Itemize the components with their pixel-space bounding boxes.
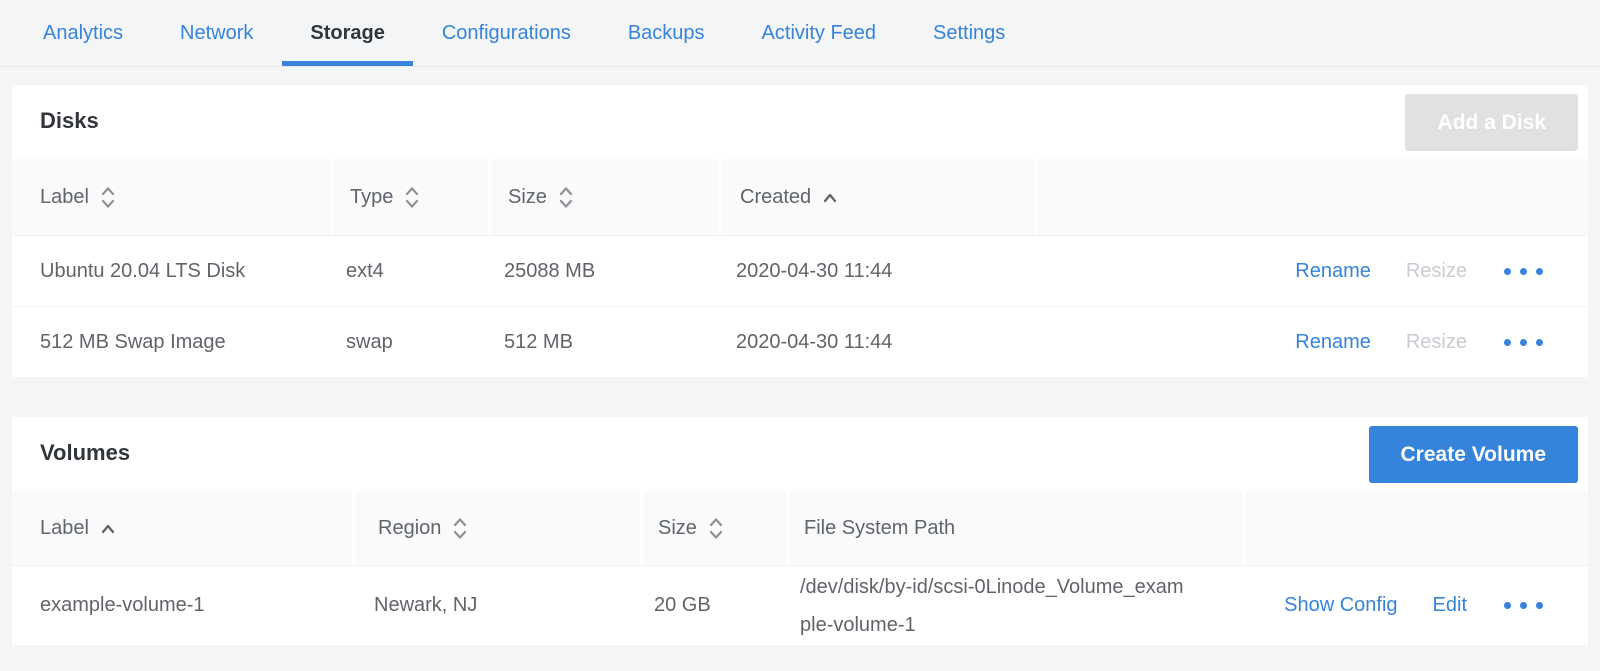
disk-type: swap bbox=[330, 331, 488, 354]
tab-backups[interactable]: Backups bbox=[608, 0, 725, 66]
column-header-text: Size bbox=[658, 517, 697, 540]
edit-button[interactable]: Edit bbox=[1433, 594, 1467, 617]
column-header-text: File System Path bbox=[804, 517, 955, 540]
rename-button[interactable]: Rename bbox=[1295, 260, 1371, 283]
sort-both-icon bbox=[452, 516, 468, 541]
disk-label: 512 MB Swap Image bbox=[12, 331, 330, 354]
tab-configurations[interactable]: Configurations bbox=[422, 0, 591, 66]
volume-region: Newark, NJ bbox=[352, 594, 640, 617]
volumes-sort-label[interactable]: Label bbox=[12, 491, 352, 565]
tab-bar: Analytics Network Storage Configurations… bbox=[0, 0, 1600, 67]
volumes-sort-region[interactable]: Region bbox=[352, 491, 640, 565]
volumes-actions-header bbox=[1242, 491, 1588, 565]
volumes-table-header: Label Region Size File System Path bbox=[12, 489, 1588, 565]
volumes-panel: Volumes Create Volume Label Region Size … bbox=[12, 417, 1588, 645]
column-header-text: Created bbox=[740, 186, 811, 209]
disks-table-header: Label Type Size Created bbox=[12, 157, 1588, 235]
action-menu-icon[interactable] bbox=[1502, 596, 1545, 615]
disk-created: 2020-04-30 11:44 bbox=[718, 331, 1034, 354]
disk-size: 25088 MB bbox=[488, 260, 718, 283]
disk-created: 2020-04-30 11:44 bbox=[718, 260, 1034, 283]
volumes-sort-size[interactable]: Size bbox=[640, 491, 786, 565]
volume-path: /dev/disk/by-id/scsi-0Linode_Volume_exam… bbox=[786, 568, 1242, 644]
disks-sort-type[interactable]: Type bbox=[330, 159, 488, 235]
disk-type: ext4 bbox=[330, 260, 488, 283]
column-header-text: Label bbox=[40, 517, 89, 540]
show-config-button[interactable]: Show Config bbox=[1284, 594, 1397, 617]
sort-asc-icon bbox=[100, 523, 116, 534]
table-row: example-volume-1 Newark, NJ 20 GB /dev/d… bbox=[12, 565, 1588, 645]
volumes-header: Volumes Create Volume bbox=[12, 417, 1588, 489]
volumes-title: Volumes bbox=[40, 440, 130, 466]
disks-sort-created[interactable]: Created bbox=[718, 159, 1034, 235]
file-system-path-text: /dev/disk/by-id/scsi-0Linode_Volume_exam… bbox=[800, 568, 1192, 644]
tab-settings[interactable]: Settings bbox=[913, 0, 1025, 66]
resize-button[interactable]: Resize bbox=[1406, 260, 1467, 283]
disks-actions-header bbox=[1034, 159, 1588, 235]
sort-asc-icon bbox=[822, 192, 838, 203]
action-menu-icon[interactable] bbox=[1502, 333, 1545, 352]
sort-both-icon bbox=[404, 185, 420, 210]
resize-button[interactable]: Resize bbox=[1406, 331, 1467, 354]
sort-both-icon bbox=[558, 185, 574, 210]
tab-storage[interactable]: Storage bbox=[290, 0, 404, 66]
table-row: Ubuntu 20.04 LTS Disk ext4 25088 MB 2020… bbox=[12, 235, 1588, 306]
disk-label: Ubuntu 20.04 LTS Disk bbox=[12, 260, 330, 283]
column-header-text: Size bbox=[508, 186, 547, 209]
row-actions: Show Config Edit bbox=[1242, 594, 1588, 617]
disks-sort-label[interactable]: Label bbox=[12, 159, 330, 235]
row-actions: Rename Resize bbox=[1034, 260, 1588, 283]
row-actions: Rename Resize bbox=[1034, 331, 1588, 354]
tab-activity-feed[interactable]: Activity Feed bbox=[742, 0, 896, 66]
table-row: 512 MB Swap Image swap 512 MB 2020-04-30… bbox=[12, 306, 1588, 377]
tab-analytics[interactable]: Analytics bbox=[23, 0, 143, 66]
volume-size: 20 GB bbox=[640, 594, 786, 617]
column-header-text: Type bbox=[350, 186, 393, 209]
sort-both-icon bbox=[708, 516, 724, 541]
create-volume-button[interactable]: Create Volume bbox=[1369, 426, 1579, 483]
disks-title: Disks bbox=[40, 108, 99, 134]
rename-button[interactable]: Rename bbox=[1295, 331, 1371, 354]
disk-size: 512 MB bbox=[488, 331, 718, 354]
tab-network[interactable]: Network bbox=[160, 0, 273, 66]
disks-panel: Disks Add a Disk Label Type Size Created… bbox=[12, 85, 1588, 377]
column-header-text: Region bbox=[378, 517, 441, 540]
column-header-text: Label bbox=[40, 186, 89, 209]
disks-header: Disks Add a Disk bbox=[12, 85, 1588, 157]
disks-sort-size[interactable]: Size bbox=[488, 159, 718, 235]
sort-both-icon bbox=[100, 185, 116, 210]
volumes-header-path: File System Path bbox=[786, 491, 1242, 565]
action-menu-icon[interactable] bbox=[1502, 262, 1545, 281]
volume-label: example-volume-1 bbox=[12, 594, 352, 617]
add-disk-button[interactable]: Add a Disk bbox=[1405, 94, 1578, 151]
